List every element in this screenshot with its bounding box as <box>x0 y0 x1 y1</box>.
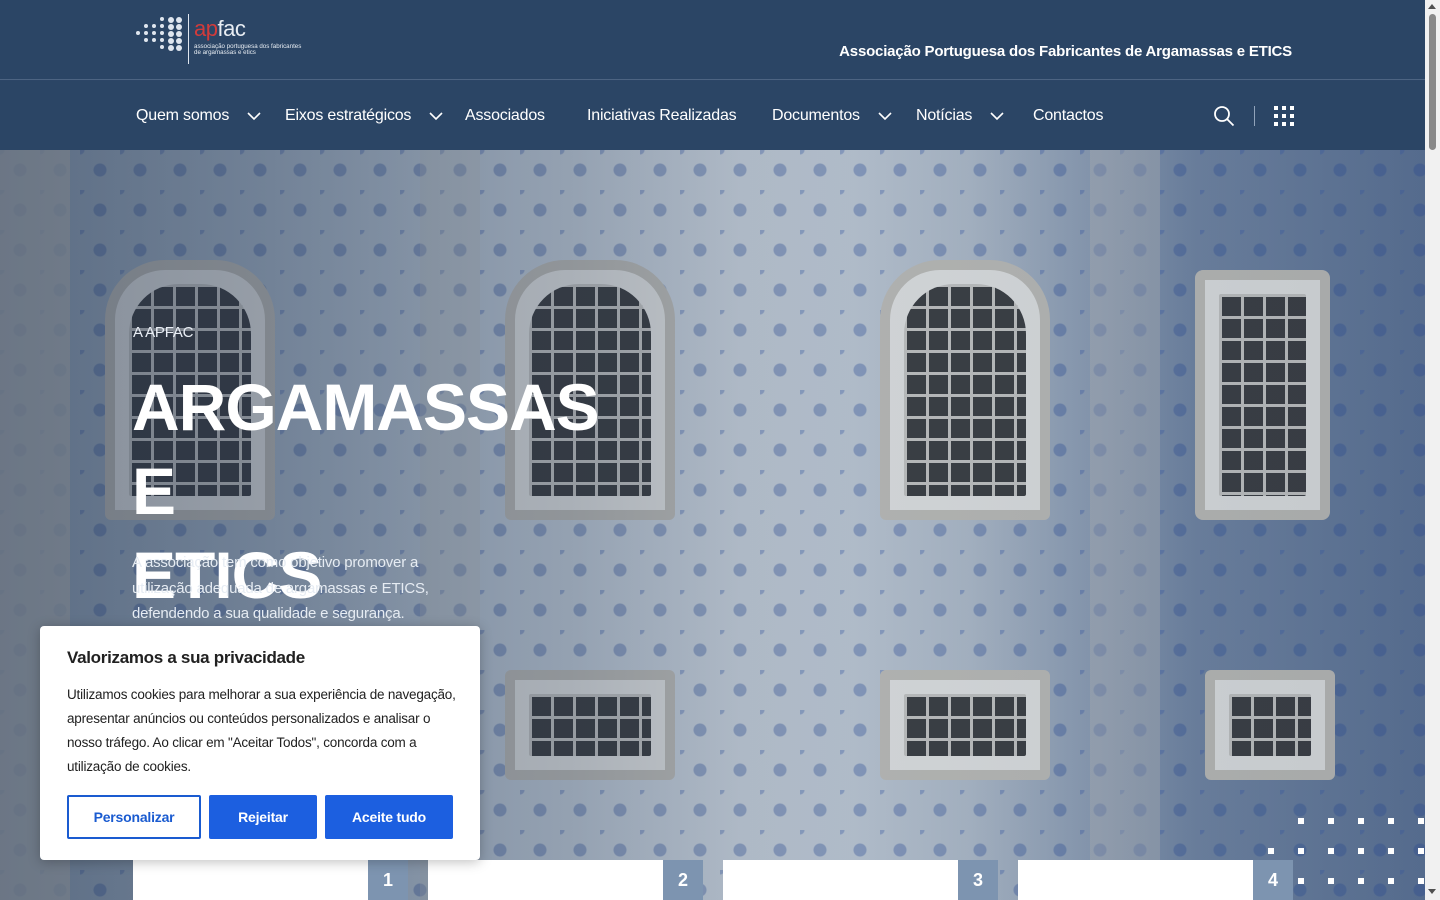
nav-item-iniciativas-realizadas[interactable]: Iniciativas Realizadas <box>587 105 737 127</box>
nav-item-eixos-estrategicos[interactable]: Eixos estratégicos <box>285 105 443 127</box>
step-number-badge: 4 <box>1253 860 1293 900</box>
organization-name: Associação Portuguesa dos Fabricantes de… <box>839 43 1292 60</box>
logo-divider <box>188 14 189 64</box>
chevron-down-icon <box>878 112 892 121</box>
step-card[interactable]: 2 <box>428 860 703 900</box>
nav-item-label: Iniciativas Realizadas <box>587 107 737 124</box>
step-card[interactable]: 4 <box>1018 860 1293 900</box>
cookie-text: Utilizamos cookies para melhorar a sua e… <box>67 687 456 774</box>
reject-button[interactable]: Rejeitar <box>209 795 317 839</box>
nav-item-noticias[interactable]: Notícias <box>916 105 1004 127</box>
scroll-up-arrow-icon[interactable] <box>1428 4 1436 9</box>
chevron-down-icon <box>990 112 1004 121</box>
cookie-title: Valorizamos a sua privacidade <box>67 648 305 667</box>
nav-item-contactos[interactable]: Contactos <box>1033 105 1103 127</box>
top-bar: apfac associação portuguesa dos fabrican… <box>0 0 1425 80</box>
accept-all-button[interactable]: Aceite tudo <box>325 795 453 839</box>
logo-wordmark: apfac <box>194 16 246 41</box>
nav-divider <box>1254 106 1255 126</box>
step-card[interactable]: 3 <box>723 860 998 900</box>
scroll-down-arrow-icon[interactable] <box>1428 889 1436 894</box>
nav-item-label: Quem somos <box>136 107 230 124</box>
customize-button[interactable]: Personalizar <box>67 795 201 839</box>
logo-subtitle: associação portuguesa dos fabricantes de… <box>194 43 302 57</box>
nav-item-label: Contactos <box>1033 107 1104 124</box>
hero-eyebrow: A APFAC <box>133 324 194 341</box>
cookie-consent-banner: Valorizamos a sua privacidade Utilizamos… <box>40 626 480 860</box>
chevron-down-icon <box>247 112 261 121</box>
main-navigation: Quem somos Eixos estratégicos Associados… <box>0 81 1425 150</box>
step-number-badge: 3 <box>958 860 998 900</box>
search-icon[interactable] <box>1213 105 1235 127</box>
scrollbar-thumb[interactable] <box>1429 14 1436 150</box>
grid-menu-icon[interactable] <box>1274 106 1294 126</box>
apfac-logo[interactable]: apfac associação portuguesa dos fabrican… <box>136 14 306 66</box>
step-number-badge: 1 <box>368 860 408 900</box>
hero-title-line: ARGAMASSAS E <box>132 370 600 528</box>
nav-item-label: Documentos <box>772 107 860 124</box>
nav-item-quem-somos[interactable]: Quem somos <box>136 105 261 127</box>
step-number-badge: 2 <box>663 860 703 900</box>
logo-dots-icon <box>136 17 186 53</box>
nav-item-label: Notícias <box>916 107 973 124</box>
nav-item-label: Associados <box>465 107 545 124</box>
nav-item-label: Eixos estratégicos <box>285 107 412 124</box>
step-card[interactable]: 1 <box>133 860 408 900</box>
nav-item-documentos[interactable]: Documentos <box>772 105 892 127</box>
chevron-down-icon <box>429 112 443 121</box>
nav-item-associados[interactable]: Associados <box>465 105 545 127</box>
